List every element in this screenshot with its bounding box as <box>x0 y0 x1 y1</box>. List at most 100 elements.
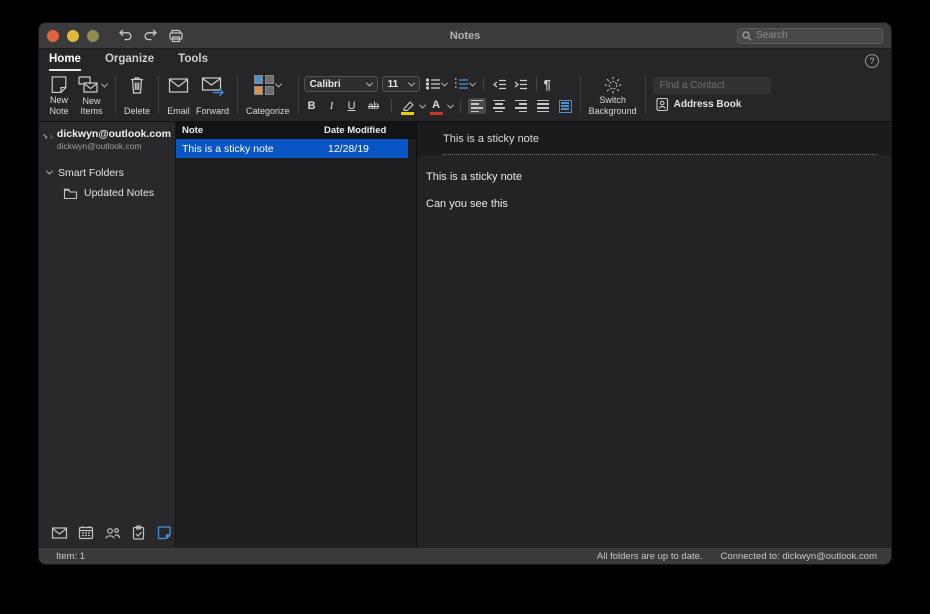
highlight-chevron-icon <box>419 101 426 108</box>
line-spacing-button[interactable] <box>556 98 575 115</box>
redo-button[interactable] <box>138 29 163 42</box>
note-list-header[interactable]: Note Date Modified <box>176 122 416 139</box>
people-module-button[interactable] <box>104 526 121 540</box>
column-date-modified[interactable]: Date Modified <box>324 125 410 136</box>
ribbon-separator <box>460 99 461 113</box>
status-bar: Item: 1 All folders are up to date. Conn… <box>39 547 891 564</box>
titlebar: Notes <box>39 23 891 49</box>
tab-home[interactable]: Home <box>49 53 81 71</box>
tab-organize[interactable]: Organize <box>105 53 154 71</box>
align-right-button[interactable] <box>512 98 530 114</box>
show-paragraph-marks-button[interactable]: ¶ <box>544 77 551 92</box>
sidebar-item-updated-notes[interactable]: Updated Notes <box>39 183 175 204</box>
find-a-contact-input[interactable]: Find a Contact <box>653 77 771 94</box>
forward-envelope-icon <box>200 75 226 96</box>
switch-background-sun-icon <box>602 75 624 95</box>
font-color-button[interactable]: A <box>429 97 444 115</box>
account-row[interactable]: dickwyn@outlook.com dickwyn@outlook.com <box>39 122 175 155</box>
minimize-window-button[interactable] <box>67 30 79 42</box>
account-notes-checkbox-icon <box>50 130 53 144</box>
underline-button[interactable]: U <box>344 97 360 115</box>
sidebar-item-smart-folders[interactable]: Smart Folders <box>39 163 175 183</box>
switch-background-button[interactable]: Switch Background <box>586 73 640 117</box>
note-list-pane: Note Date Modified This is a sticky note… <box>176 122 417 547</box>
font-name-select[interactable]: Calibri <box>304 76 378 92</box>
tab-tools[interactable]: Tools <box>178 53 208 71</box>
categorize-label: Categorize <box>246 106 290 116</box>
categorize-dropdown-chevron-icon <box>275 80 282 87</box>
new-note-button[interactable]: New Note <box>45 73 73 117</box>
switch-background-label: Switch Background <box>589 95 637 116</box>
outlook-window: Notes Home Organize Tools ? New Note New… <box>38 22 892 565</box>
tasks-module-button[interactable] <box>131 525 146 540</box>
bold-button[interactable]: B <box>304 97 320 115</box>
zoom-window-button[interactable] <box>87 30 99 42</box>
ribbon-separator <box>580 76 581 114</box>
ribbon-tabs: Home Organize Tools ? <box>39 49 891 71</box>
people-icon <box>104 526 121 540</box>
undo-button[interactable] <box>113 29 138 42</box>
note-row-date: 12/28/19 <box>328 143 408 155</box>
window-title: Notes <box>450 30 481 42</box>
module-switcher <box>39 519 175 547</box>
forward-button[interactable]: Forward <box>193 73 232 117</box>
bullet-list-chevron-icon <box>441 79 448 86</box>
connection-status: Connected to: dickwyn@outlook.com <box>721 551 877 562</box>
justify-button[interactable] <box>534 98 552 114</box>
strikethrough-button[interactable]: ab <box>364 97 384 115</box>
updated-notes-label: Updated Notes <box>84 187 154 199</box>
calendar-module-button[interactable] <box>78 525 94 540</box>
ribbon-separator <box>483 77 484 91</box>
undo-icon <box>118 29 133 42</box>
highlight-color-button[interactable] <box>399 97 416 115</box>
increase-indent-button[interactable] <box>512 77 529 92</box>
note-list-row[interactable]: This is a sticky note 12/28/19 <box>176 139 408 158</box>
mail-module-button[interactable] <box>51 526 68 540</box>
help-button[interactable]: ? <box>865 54 879 68</box>
decrease-indent-button[interactable] <box>491 77 508 92</box>
justify-icon <box>537 100 549 112</box>
folder-sidebar: dickwyn@outlook.com dickwyn@outlook.com … <box>39 122 176 547</box>
smart-folders-chevron-icon[interactable] <box>46 168 53 175</box>
search-box[interactable] <box>737 28 883 44</box>
highlight-pen-icon <box>400 100 415 111</box>
address-book-button[interactable]: Address Book <box>653 97 771 112</box>
new-items-icon <box>76 75 100 96</box>
decrease-indent-icon <box>492 78 507 91</box>
smart-folders-label: Smart Folders <box>58 167 124 179</box>
forward-label: Forward <box>196 106 229 116</box>
ribbon-separator <box>391 99 392 113</box>
bullet-list-button[interactable] <box>424 76 448 92</box>
account-expand-chevron-icon[interactable] <box>43 134 48 139</box>
numbered-list-button[interactable] <box>452 76 476 92</box>
font-size-select[interactable]: 11 <box>382 76 420 92</box>
delete-button[interactable]: Delete <box>121 73 153 117</box>
notes-module-button[interactable] <box>156 525 172 540</box>
note-title-bar[interactable]: This is a sticky note <box>417 122 891 155</box>
tasks-icon <box>131 525 146 540</box>
align-center-button[interactable] <box>490 98 508 114</box>
note-row-title: This is a sticky note <box>182 143 328 155</box>
italic-button[interactable]: I <box>324 97 340 115</box>
new-items-button[interactable]: New Items <box>73 73 110 117</box>
print-button[interactable] <box>163 29 189 43</box>
find-group: Find a Contact Address Book <box>651 73 773 117</box>
new-note-label: New Note <box>49 95 68 116</box>
close-window-button[interactable] <box>47 30 59 42</box>
column-note[interactable]: Note <box>182 125 324 136</box>
delete-trash-icon <box>127 75 147 96</box>
line-spacing-icon <box>559 100 572 113</box>
categorize-icon <box>254 75 274 95</box>
ribbon-separator <box>237 76 238 114</box>
email-button[interactable]: Email <box>164 73 193 117</box>
ribbon-separator <box>536 77 537 91</box>
account-email: dickwyn@outlook.com <box>57 141 171 151</box>
font-formatting-group: Calibri 11 <box>304 73 575 117</box>
search-input[interactable] <box>756 30 878 41</box>
note-body[interactable]: This is a sticky note Can you see this <box>417 155 891 225</box>
redo-icon <box>143 29 158 42</box>
categorize-button[interactable]: Categorize <box>243 73 293 117</box>
font-name-value: Calibri <box>310 79 341 90</box>
align-left-button[interactable] <box>468 98 486 114</box>
ribbon-separator <box>298 76 299 114</box>
